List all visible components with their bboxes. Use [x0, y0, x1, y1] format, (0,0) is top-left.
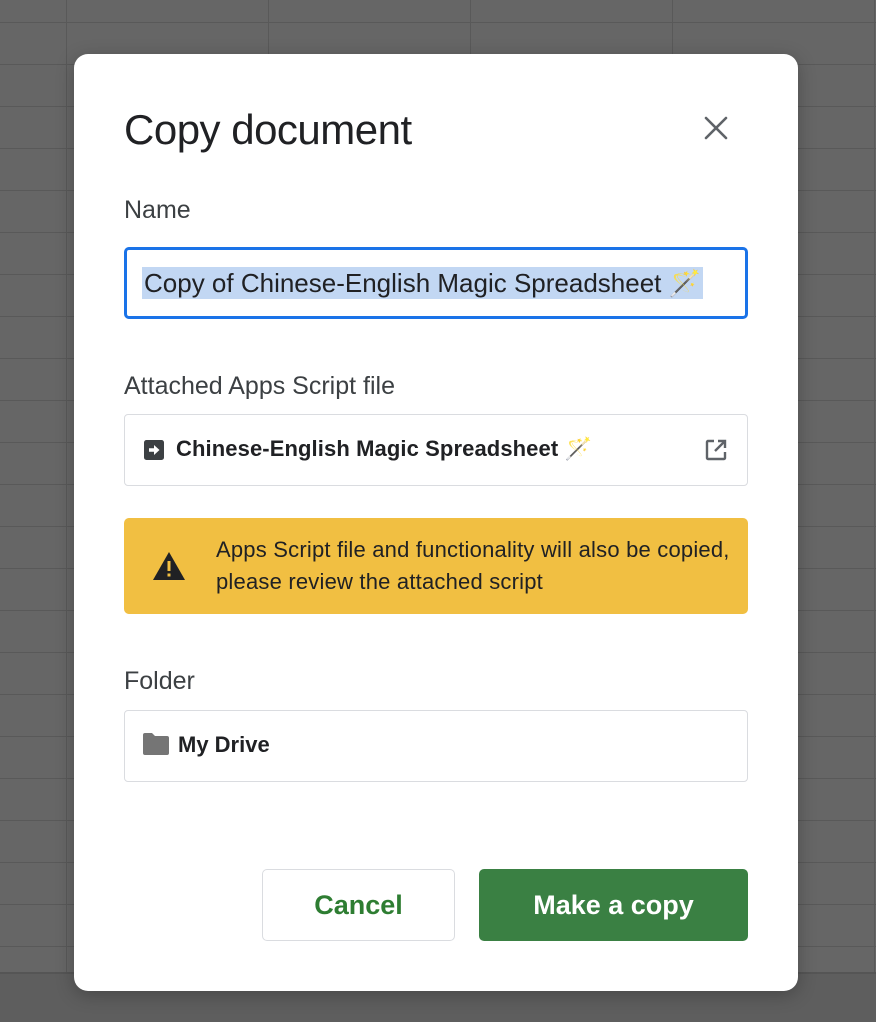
copy-document-dialog: Copy document Name Copy of Chinese-Engli…	[74, 54, 798, 991]
warning-banner: Apps Script file and functionality will …	[124, 518, 748, 614]
dialog-title: Copy document	[124, 106, 412, 153]
make-a-copy-button[interactable]: Make a copy	[479, 869, 748, 941]
name-label: Name	[124, 196, 191, 224]
close-icon	[704, 116, 728, 140]
warning-icon	[153, 552, 185, 580]
close-button[interactable]	[696, 108, 736, 148]
folder-icon	[143, 733, 169, 755]
folder-label: Folder	[124, 667, 195, 695]
apps-script-label: Attached Apps Script file	[124, 372, 395, 400]
apps-script-icon	[144, 440, 164, 460]
folder-name: My Drive	[178, 732, 270, 757]
folder-picker[interactable]: My Drive	[124, 710, 748, 782]
apps-script-file-box: Chinese-English Magic Spreadsheet 🪄	[124, 414, 748, 486]
warning-text: Apps Script file and functionality will …	[216, 537, 730, 594]
name-input[interactable]: Copy of Chinese-English Magic Spreadshee…	[124, 247, 748, 319]
apps-script-file-name: Chinese-English Magic Spreadsheet 🪄	[176, 436, 592, 461]
name-input-value: Copy of Chinese-English Magic Spreadshee…	[142, 267, 703, 299]
cancel-button[interactable]: Cancel	[262, 869, 455, 941]
open-in-new-icon[interactable]	[703, 437, 729, 463]
